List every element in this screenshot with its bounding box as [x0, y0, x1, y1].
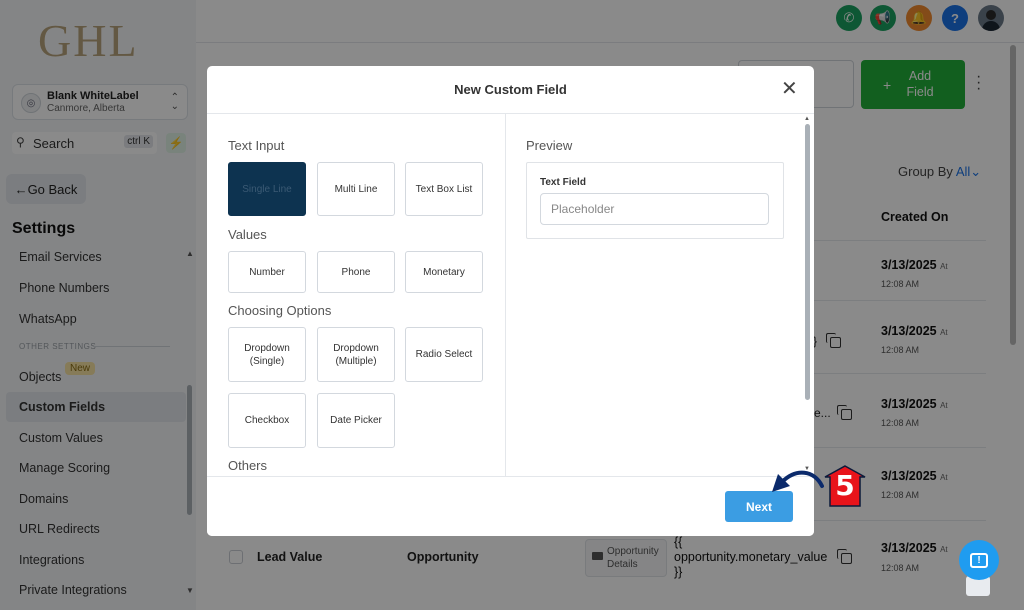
step-number: 5 — [835, 469, 855, 502]
preview-input[interactable]: Placeholder — [540, 193, 769, 225]
modal-title: New Custom Field — [454, 82, 567, 97]
modal-scroll-up-icon[interactable]: ▲ — [804, 116, 810, 122]
type-dropdown-multiple[interactable]: Dropdown (Multiple) — [317, 327, 395, 382]
section-others: Others — [228, 458, 268, 473]
type-monetary[interactable]: Monetary — [405, 251, 483, 293]
modal-header: New Custom Field ✕ — [207, 66, 814, 114]
modal-footer: Next — [207, 476, 814, 536]
preview-heading: Preview — [526, 138, 573, 153]
type-checkbox[interactable]: Checkbox — [228, 393, 306, 448]
type-radio-select[interactable]: Radio Select — [405, 327, 483, 382]
close-icon[interactable]: ✕ — [781, 79, 798, 99]
type-single-line[interactable]: Single Line — [228, 162, 306, 216]
type-number[interactable]: Number — [228, 251, 306, 293]
type-text-box-list[interactable]: Text Box List — [405, 162, 483, 216]
section-values: Values — [228, 227, 267, 242]
preview-field-label: Text Field — [540, 177, 586, 188]
chat-bubble-icon: ! — [970, 552, 988, 568]
type-phone[interactable]: Phone — [317, 251, 395, 293]
type-date-picker[interactable]: Date Picker — [317, 393, 395, 448]
section-text-input: Text Input — [228, 138, 285, 153]
modal-scrollbar[interactable] — [805, 124, 810, 400]
new-custom-field-modal: New Custom Field ✕ Text Input Single Lin… — [207, 66, 814, 536]
preview-panel: Text Field Placeholder — [526, 162, 784, 239]
section-choosing-options: Choosing Options — [228, 303, 332, 318]
modal-column-divider — [505, 114, 506, 476]
type-dropdown-single[interactable]: Dropdown (Single) — [228, 327, 306, 382]
chat-widget-button[interactable]: ! — [959, 540, 999, 580]
type-multi-line[interactable]: Multi Line — [317, 162, 395, 216]
